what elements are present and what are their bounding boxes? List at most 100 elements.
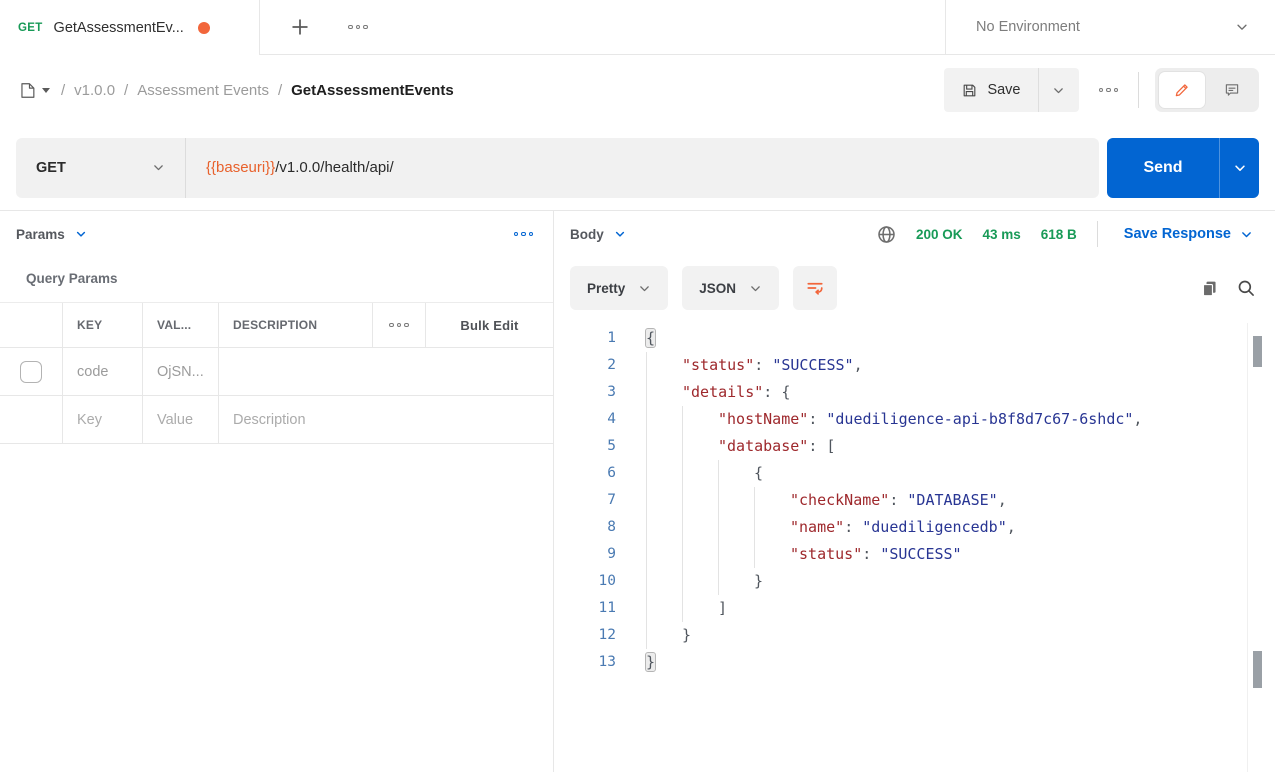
line-number: 3: [607, 384, 616, 400]
language-label: JSON: [699, 280, 737, 296]
scrollbar-mark-bottom[interactable]: [1253, 651, 1262, 688]
line-number: 7: [607, 492, 616, 508]
code-line: 5 "database": [: [554, 433, 1275, 460]
code-line: 1{: [554, 325, 1275, 352]
save-response-button[interactable]: Save Response: [1118, 225, 1259, 243]
code-line: 9 "status": "SUCCESS": [554, 541, 1275, 568]
line-content: }: [646, 622, 1275, 649]
file-icon: [18, 81, 37, 100]
response-body-editor[interactable]: 1{2 "status": "SUCCESS", 3 "details": {4 "ho…: [554, 319, 1275, 676]
save-options-button[interactable]: [1038, 68, 1079, 112]
status-badge[interactable]: 200 OK: [916, 227, 963, 242]
json-key: "details": [682, 383, 764, 401]
params-more-options-icon[interactable]: [510, 228, 538, 241]
unsaved-changes-dot: [197, 21, 210, 34]
new-tab-button[interactable]: [286, 13, 314, 41]
chevron-down-icon: [1240, 228, 1253, 241]
new-param-value-field[interactable]: Value: [143, 396, 219, 443]
json-key: "name": [790, 518, 845, 536]
json-punctuation: : [: [808, 437, 836, 455]
indent-guide: [718, 460, 754, 487]
chevron-down-icon: [638, 282, 651, 295]
response-body-selector[interactable]: Body: [570, 227, 626, 242]
pencil-icon: [1173, 81, 1191, 99]
comment-icon: [1223, 81, 1241, 99]
response-tools: [1201, 279, 1259, 297]
request-tab[interactable]: GET GetAssessmentEv...: [0, 0, 260, 55]
globe-icon[interactable]: [877, 225, 896, 244]
method-label: GET: [36, 159, 66, 176]
param-value-field[interactable]: OjSN...: [143, 348, 219, 395]
indent-guide: [646, 595, 682, 622]
code-line: 10}: [554, 568, 1275, 595]
json-key: "hostName": [718, 410, 809, 428]
header-actions: Save: [944, 68, 1259, 112]
param-key-field[interactable]: code: [63, 348, 143, 395]
right-sidebar-toggle-group: [1155, 68, 1259, 112]
code-line: 4 "hostName": "duediligence-api-b8f8d7c67…: [554, 406, 1275, 433]
code-line: 3 "details": {: [554, 379, 1275, 406]
url-input[interactable]: {{baseuri}}/v1.0.0/health/api/: [186, 159, 1099, 176]
send-button[interactable]: Send: [1107, 137, 1220, 198]
code-line: 11]: [554, 595, 1275, 622]
line-number: 9: [607, 546, 616, 562]
line-content: ]: [646, 595, 1275, 622]
send-options-button[interactable]: [1220, 137, 1259, 198]
divider: [1096, 221, 1098, 247]
language-selector[interactable]: JSON: [682, 266, 780, 310]
copy-icon[interactable]: [1201, 280, 1218, 297]
new-param-description-field[interactable]: Description: [219, 396, 553, 443]
format-selector[interactable]: Pretty: [570, 266, 669, 310]
response-time[interactable]: 43 ms: [982, 227, 1020, 242]
new-param-key-field[interactable]: Key: [63, 396, 143, 443]
line-content: "status": "SUCCESS",: [646, 352, 1275, 379]
indent-guide: [646, 541, 682, 568]
json-punctuation: ]: [718, 599, 728, 617]
params-section-selector[interactable]: Params: [16, 227, 87, 242]
response-size[interactable]: 618 B: [1041, 227, 1077, 242]
collection-selector[interactable]: [18, 81, 50, 100]
indent-guide: [682, 568, 718, 595]
column-options-icon[interactable]: [385, 319, 413, 332]
save-button[interactable]: Save: [944, 68, 1039, 112]
indent-guide: [718, 541, 754, 568]
json-punctuation: :: [862, 545, 881, 563]
comments-toggle[interactable]: [1209, 72, 1255, 108]
tab-options-icon[interactable]: [344, 21, 372, 34]
line-content: "status": "SUCCESS": [646, 541, 1275, 568]
json-string: "duediligencedb": [862, 518, 1007, 536]
request-more-options-icon[interactable]: [1095, 84, 1123, 97]
bulk-edit-button[interactable]: Bulk Edit: [426, 303, 553, 347]
json-punctuation: : {: [763, 383, 791, 401]
code-line: 12}: [554, 622, 1275, 649]
scrollbar-mark-top[interactable]: [1253, 336, 1262, 367]
indent-guide: [682, 487, 718, 514]
chevron-down-icon: [1235, 20, 1249, 34]
param-description-field[interactable]: [219, 348, 553, 395]
breadcrumb-item-version[interactable]: v1.0.0: [74, 82, 115, 99]
wrap-text-icon: [806, 279, 824, 297]
json-punctuation: ,: [997, 491, 1007, 509]
json-punctuation: ,: [853, 356, 863, 374]
json-key: "checkName": [790, 491, 890, 509]
line-number: 8: [607, 519, 616, 535]
method-selector[interactable]: GET: [16, 137, 186, 198]
param-checkbox[interactable]: [20, 360, 42, 383]
indent-guide: [754, 487, 790, 514]
param-checkbox-cell: [0, 396, 63, 443]
save-response-label: Save Response: [1123, 226, 1231, 242]
param-checkbox-cell: [0, 348, 63, 395]
line-content: }: [644, 649, 1275, 676]
environment-label: No Environment: [976, 19, 1080, 35]
environment-selector[interactable]: No Environment: [945, 0, 1275, 55]
json-key: "status": [682, 356, 755, 374]
indent-guide: [682, 514, 718, 541]
wrap-lines-button[interactable]: [793, 266, 838, 310]
documentation-toggle[interactable]: [1159, 72, 1205, 108]
response-toolbar: Pretty JSON: [554, 257, 1275, 319]
line-content: {: [646, 460, 1275, 487]
json-punctuation: }: [754, 572, 764, 590]
search-icon[interactable]: [1237, 279, 1255, 297]
breadcrumb-item-folder[interactable]: Assessment Events: [137, 82, 269, 99]
line-content: {: [644, 325, 1275, 352]
